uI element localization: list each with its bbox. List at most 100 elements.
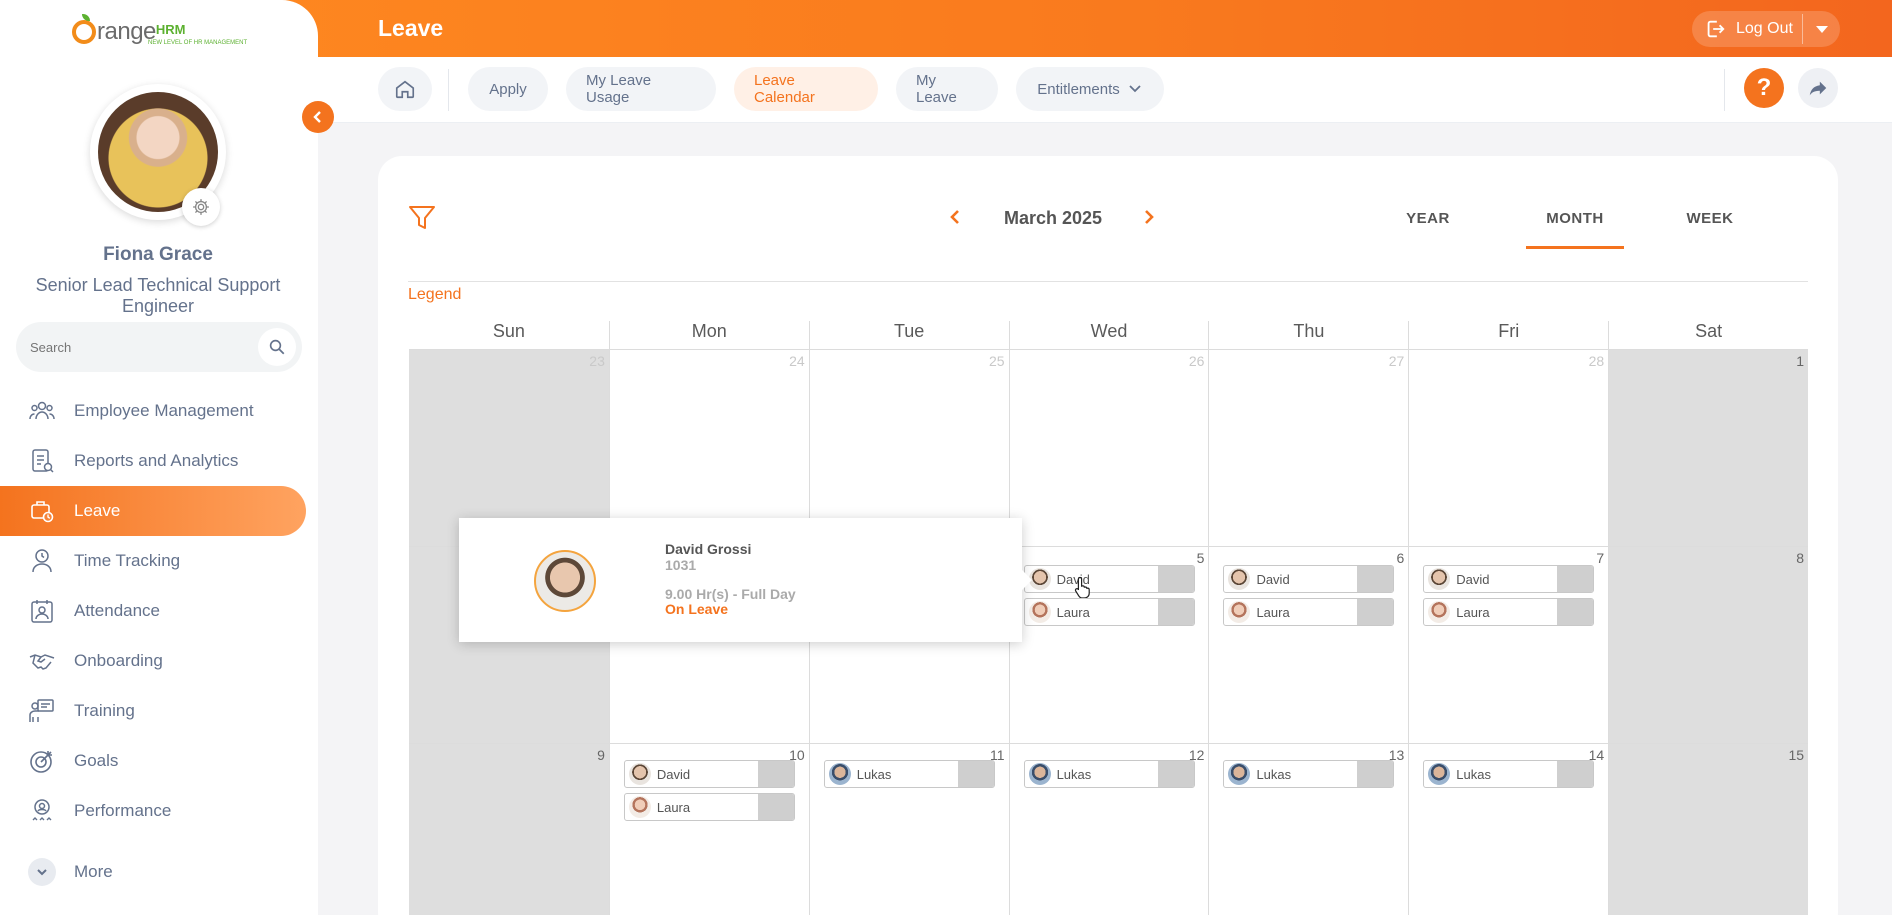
leave-chip[interactable]: Lukas [1023, 760, 1195, 788]
calendar-day[interactable]: 10 David Laura [608, 744, 809, 915]
calendar-day[interactable]: 24 [608, 350, 809, 546]
leave-chip[interactable]: Laura [1423, 598, 1595, 626]
chevron-left-icon [950, 210, 959, 224]
home-button[interactable] [378, 67, 432, 111]
logout-caret-icon[interactable] [1816, 26, 1828, 33]
attendance-icon [28, 597, 56, 625]
tooltip-leave-duration: 9.00 Hr(s) - Full Day [665, 586, 796, 602]
sidebar-item-goals[interactable]: Goals [0, 736, 306, 786]
day-number: 24 [789, 353, 805, 369]
day-number: 23 [589, 353, 605, 369]
sidebar-item-attendance[interactable]: Attendance [0, 586, 306, 636]
day-number: 28 [1588, 353, 1605, 369]
tooltip-employee-avatar [534, 550, 596, 612]
view-month-tab[interactable]: MONTH [1526, 210, 1624, 227]
day-number: 9 [597, 747, 605, 763]
sidebar-collapse-button[interactable] [302, 101, 334, 133]
calendar-day[interactable]: 12 Lukas [1008, 744, 1209, 915]
view-week-tab[interactable]: WEEK [1670, 210, 1750, 227]
calendar-day[interactable]: 7 David Laura [1408, 547, 1608, 743]
profile-settings-button[interactable] [182, 188, 220, 226]
calendar-day[interactable]: 6 David Laura [1208, 547, 1408, 743]
calendar-day[interactable]: 9 [409, 744, 609, 915]
sidebar-item-label: Onboarding [74, 651, 163, 670]
tooltip-leave-status: On Leave [665, 601, 729, 617]
legend-link[interactable]: Legend [408, 286, 461, 304]
calendar-day[interactable]: 25 [808, 350, 1009, 546]
weekday-label: Sun [492, 321, 525, 341]
calendar-day[interactable]: 15 [1608, 744, 1809, 915]
calendar-day[interactable]: 13 Lukas [1208, 744, 1408, 915]
sidebar: range HRM NEW LEVEL OF HR MANAGEMENT Fio… [0, 0, 318, 915]
leave-chip[interactable]: Lukas [1423, 760, 1595, 788]
calendar-day[interactable]: 1 [1608, 350, 1809, 546]
leave-chip[interactable]: Laura [1223, 598, 1395, 626]
help-button[interactable]: ? [1744, 68, 1784, 108]
sidebar-item-training[interactable]: Training [0, 686, 306, 736]
day-number: 27 [1388, 353, 1405, 369]
leave-chip[interactable]: David [1223, 565, 1395, 593]
employee-avatar [1228, 568, 1251, 590]
sidebar-item-employee-management[interactable]: Employee Management [0, 386, 306, 436]
filter-icon [409, 206, 435, 229]
sidebar-more[interactable]: More [0, 852, 306, 892]
apply-tab[interactable]: Apply [468, 67, 548, 111]
chip-status-bar [1357, 761, 1394, 787]
chevron-left-icon [313, 111, 321, 123]
leave-calendar-tab[interactable]: Leave Calendar [734, 67, 878, 111]
leave-detail-tooltip: David Grossi 1031 9.00 Hr(s) - Full Day … [459, 518, 1032, 642]
share-button[interactable] [1798, 68, 1838, 108]
day-number: 15 [1788, 747, 1805, 763]
filter-button[interactable] [408, 204, 436, 237]
training-icon [28, 697, 56, 725]
sidebar-item-onboarding[interactable]: Onboarding [0, 636, 306, 686]
view-year-tab[interactable]: YEAR [1388, 210, 1468, 227]
entitlements-tab[interactable]: Entitlements [1016, 67, 1164, 111]
sidebar-item-performance[interactable]: Performance [0, 786, 306, 836]
my-leave-tab[interactable]: My Leave [896, 67, 998, 111]
calendar-day[interactable]: 23 [409, 350, 609, 546]
calendar-day[interactable]: 5 David Laura [1008, 547, 1209, 743]
header-divider [408, 281, 1808, 282]
sidebar-item-reports-and-analytics[interactable]: Reports and Analytics [0, 436, 306, 486]
employee-name: Laura [656, 799, 691, 815]
leave-chip[interactable]: David [1423, 565, 1595, 593]
orangehrm-logo[interactable]: range HRM NEW LEVEL OF HR MANAGEMENT [72, 12, 247, 52]
sidebar-search [16, 322, 302, 372]
my-leave-usage-tab[interactable]: My Leave Usage [566, 67, 716, 111]
sidebar-item-label: Time Tracking [74, 551, 181, 570]
leave-chip[interactable]: Lukas [1223, 760, 1395, 788]
leave-chip[interactable]: David [623, 760, 795, 788]
leave-chip[interactable]: David [1023, 565, 1195, 593]
entitlements-label: Entitlements [1037, 80, 1120, 98]
employee-avatar [1028, 763, 1051, 785]
employee-name: Lukas [1056, 766, 1092, 782]
leave-chip[interactable]: Laura [1023, 598, 1195, 626]
clock-user-icon [28, 547, 56, 575]
leave-chip[interactable]: Lukas [823, 760, 995, 788]
calendar-day[interactable]: 26 [1008, 350, 1209, 546]
search-button[interactable] [258, 328, 296, 366]
employee-name: Lukas [1256, 766, 1292, 782]
day-number: 5 [1196, 550, 1205, 566]
search-icon [269, 339, 285, 355]
user-name: Fiona Grace [103, 244, 213, 265]
sidebar-item-time-tracking[interactable]: Time Tracking [0, 536, 306, 586]
weekday-header: Sun Mon Tue Wed Thu Fri Sat [409, 321, 1808, 349]
previous-month-button[interactable] [946, 208, 964, 231]
calendar-day[interactable]: 28 [1408, 350, 1608, 546]
calendar-day[interactable]: 14 Lukas [1408, 744, 1608, 915]
handshake-icon [28, 647, 56, 675]
leave-chip[interactable]: Laura [623, 793, 795, 821]
calendar-day[interactable]: 27 [1208, 350, 1408, 546]
sidebar-item-leave[interactable]: Leave [0, 486, 306, 536]
sidebar-item-label: Reports and Analytics [74, 451, 239, 470]
user-job-title: Senior Lead Technical Support Engineer [35, 275, 281, 316]
calendar-day[interactable]: 11 Lukas [808, 744, 1009, 915]
logout-button[interactable]: Log Out [1692, 11, 1840, 47]
next-month-button[interactable] [1140, 208, 1158, 231]
employee-name: David [1456, 571, 1490, 587]
chip-status-bar [957, 761, 994, 787]
search-input[interactable] [30, 339, 258, 355]
calendar-day[interactable]: 8 [1608, 547, 1809, 743]
